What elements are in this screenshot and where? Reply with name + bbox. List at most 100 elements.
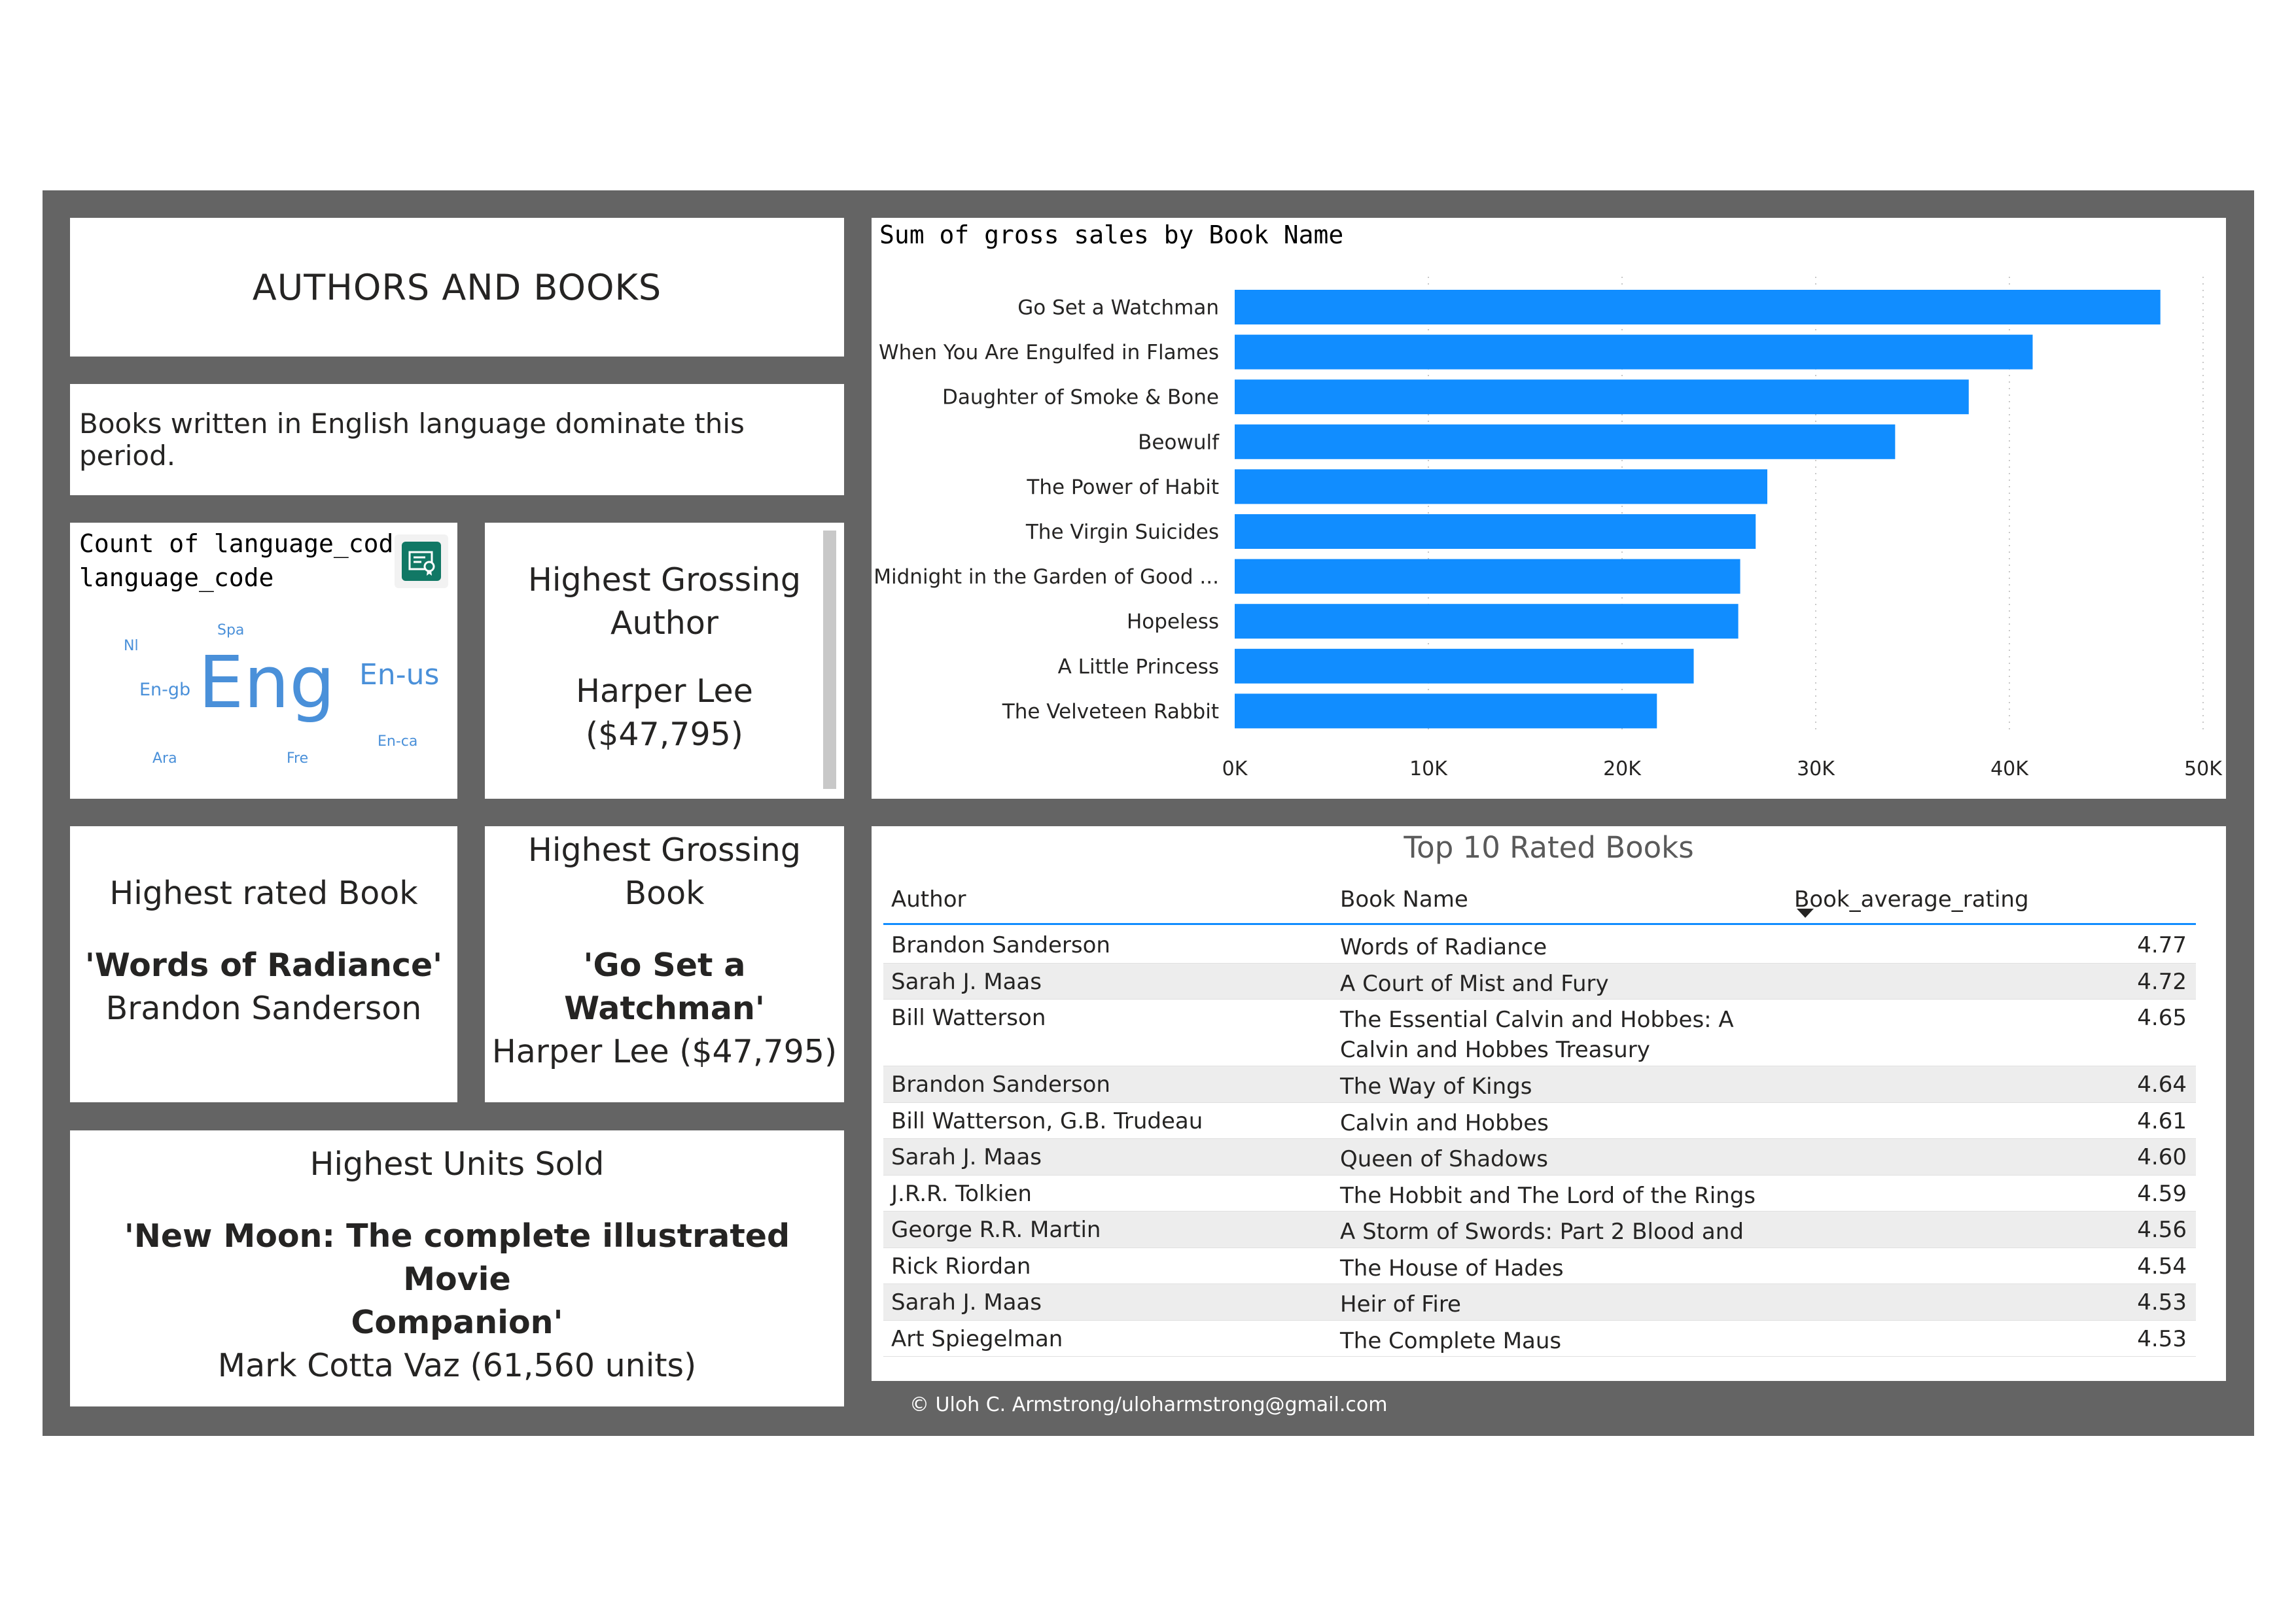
bar[interactable]: [1235, 604, 1739, 639]
table-row[interactable]: Bill Watterson, G.B. Trudeau Calvin and H…: [883, 1102, 2196, 1139]
title-card: AUTHORS AND BOOKS: [70, 218, 844, 357]
table-row[interactable]: George R.R. Martin A Storm of Swords: Par…: [883, 1212, 2196, 1275]
gross-sales-chart-card[interactable]: Sum of gross sales by Book Name 0K 10K 20K…: [872, 218, 2226, 799]
kpi-author-value: ($47,795): [586, 716, 743, 753]
category-label: The Power of Habit: [1026, 476, 1219, 499]
category-label: The Virgin Suicides: [1025, 521, 1219, 544]
kpi-units-book-line2: Companion': [351, 1304, 563, 1341]
book-name-cell: The Way of Kings: [1340, 1073, 1532, 1100]
top-rated-books-table[interactable]: Top 10 Rated Books Author Book Name Book…: [872, 826, 2226, 1381]
book-name-cell: The House of Hades: [1340, 1255, 1564, 1282]
wordcloud-title-line1: Count of language_code: [79, 529, 409, 558]
wordcloud-word[interactable]: Ara: [152, 750, 177, 767]
rating-cell: 4.64: [2137, 1072, 2187, 1098]
author-cell: J.R.R. Tolkien: [891, 1180, 1032, 1207]
author-cell: Sarah J. Maas: [891, 1144, 1042, 1170]
wordcloud-word[interactable]: Eng: [198, 640, 335, 724]
kpi-highest-rated-book: Highest rated Book 'Words of Radiance' B…: [70, 826, 457, 1102]
rating-cell: 4.61: [2137, 1108, 2187, 1134]
book-name-cell: Heir of Fire: [1340, 1291, 1461, 1318]
author-cell: George R.R. Martin: [891, 1217, 1101, 1243]
column-header-author[interactable]: Author: [891, 886, 966, 913]
rating-cell: 4.54: [2137, 1253, 2187, 1280]
kpi-units-heading: Highest Units Sold: [309, 1145, 605, 1183]
bar[interactable]: [1235, 514, 1756, 549]
category-label: Go Set a Watchman: [1017, 296, 1219, 320]
bar[interactable]: [1235, 469, 1767, 504]
column-header-rating[interactable]: Book_average_rating: [1794, 886, 2029, 913]
author-cell: Art Spiegelman: [891, 1325, 1063, 1352]
insight-card: Books written in English language domina…: [70, 384, 844, 495]
certificate-icon[interactable]: [395, 534, 448, 588]
author-cell: Rick Riordan: [891, 1253, 1031, 1280]
book-name-cell: Calvin and Hobbes: [1340, 1109, 1549, 1136]
category-label: Midnight in the Garden of Good ...: [874, 565, 1219, 589]
wordcloud-word[interactable]: Nl: [124, 638, 139, 654]
table-row[interactable]: J.R.R. Tolkien The Hobbit and The Lord of…: [883, 1175, 2196, 1212]
table-row[interactable]: Rick Riordan The House of Hades 4.54: [883, 1248, 2196, 1284]
x-tick-label: 20K: [1603, 758, 1642, 780]
x-tick-label: 30K: [1797, 758, 1835, 780]
bar[interactable]: [1235, 559, 1740, 594]
book-name-cell: The Essential Calvin and Hobbes: A Calvi…: [1340, 1007, 1734, 1063]
rating-cell: 4.59: [2137, 1180, 2187, 1207]
x-tick-label: 0K: [1222, 758, 1248, 780]
table-row[interactable]: Art Spiegelman The Complete Maus 4.53: [883, 1320, 2196, 1357]
scrollbar[interactable]: [823, 531, 836, 789]
kpi-author-heading-line2: Author: [610, 604, 718, 642]
category-label: A Little Princess: [1058, 655, 1219, 678]
header-underline: [883, 923, 2196, 925]
wordcloud-word[interactable]: Spa: [217, 622, 244, 638]
bar[interactable]: [1235, 290, 2161, 324]
table-row[interactable]: Bill Watterson The Essential Calvin and H…: [883, 1000, 2196, 1066]
table-row[interactable]: Sarah J. Maas Heir of Fire 4.53: [883, 1284, 2196, 1321]
gross-sales-bar-chart[interactable]: 0K 10K 20K 30K 40K 50K Go Set a Watchman When Y…: [872, 218, 2226, 799]
rating-cell: 4.72: [2137, 968, 2187, 995]
bar[interactable]: [1235, 334, 2033, 370]
book-name-cell: The Hobbit and The Lord of the Rings: [1340, 1182, 1756, 1209]
category-label: Hopeless: [1127, 610, 1219, 634]
kpi-rated-author: Brandon Sanderson: [105, 990, 422, 1027]
bar[interactable]: [1235, 424, 1896, 459]
wordcloud-word[interactable]: En-gb: [139, 680, 190, 700]
bar[interactable]: [1235, 379, 1969, 415]
bar[interactable]: [1235, 648, 1694, 684]
rating-cell: 4.77: [2137, 932, 2187, 958]
author-cell: Brandon Sanderson: [891, 1072, 1110, 1098]
kpi-rated-book: 'Words of Radiance': [84, 947, 443, 984]
kpi-grossing-book-heading: Highest Grossing Book: [528, 831, 801, 912]
column-header-book-name[interactable]: Book Name: [1340, 886, 1468, 913]
table-title: Top 10 Rated Books: [1404, 830, 1694, 865]
wordcloud-word[interactable]: Fre: [287, 750, 308, 767]
rating-cell: 4.65: [2137, 1005, 2187, 1031]
wordcloud-word[interactable]: En-us: [359, 658, 439, 691]
x-tick-label: 10K: [1409, 758, 1448, 780]
kpi-grossing-book-author: Harper Lee ($47,795): [491, 1033, 838, 1070]
table-row[interactable]: Brandon Sanderson The Way of Kings 4.64: [883, 1066, 2196, 1103]
sort-descending-icon[interactable]: [1797, 909, 1814, 918]
kpi-author-heading-line1: Highest Grossing: [528, 561, 801, 599]
bar[interactable]: [1235, 693, 1657, 729]
rating-cell: 4.56: [2137, 1217, 2187, 1243]
kpi-highest-grossing-author: Highest Grossing Author Harper Lee ($47,…: [485, 523, 844, 799]
table-row[interactable]: Brandon Sanderson Words of Radiance 4.77: [883, 927, 2196, 964]
table-row[interactable]: Sarah J. Maas A Court of Mist and Fury 4.7…: [883, 963, 2196, 1000]
kpi-author-value-block: Harper Lee ($47,795): [576, 670, 753, 756]
kpi-highest-units-sold: Highest Units Sold 'New Moon: The comple…: [70, 1130, 844, 1406]
kpi-author-heading: Highest Grossing Author: [528, 559, 801, 645]
rating-cell: 4.53: [2137, 1325, 2187, 1352]
copyright-footer: © Uloh C. Armstrong/uloharmstrong@gmail.…: [910, 1393, 1388, 1416]
category-label: Beowulf: [1138, 430, 1220, 454]
category-label: Daughter of Smoke & Bone: [942, 386, 1219, 410]
kpi-units-book: 'New Moon: The complete illustrated Movi…: [70, 1215, 844, 1344]
author-cell: Sarah J. Maas: [891, 968, 1042, 995]
x-tick-label: 40K: [1990, 758, 2029, 780]
kpi-rated-heading: Highest rated Book: [109, 875, 418, 912]
table-row[interactable]: Sarah J. Maas Queen of Shadows 4.60: [883, 1139, 2196, 1176]
book-name-cell: A Court of Mist and Fury: [1340, 970, 1609, 997]
book-name-cell: Words of Radiance: [1340, 934, 1547, 960]
wordcloud-word[interactable]: En-ca: [378, 733, 417, 750]
insight-text: Books written in English language domina…: [79, 408, 745, 472]
language-wordcloud-card[interactable]: Count of language_code language_code Eng…: [70, 523, 457, 799]
book-name-cell: Queen of Shadows: [1340, 1146, 1548, 1172]
